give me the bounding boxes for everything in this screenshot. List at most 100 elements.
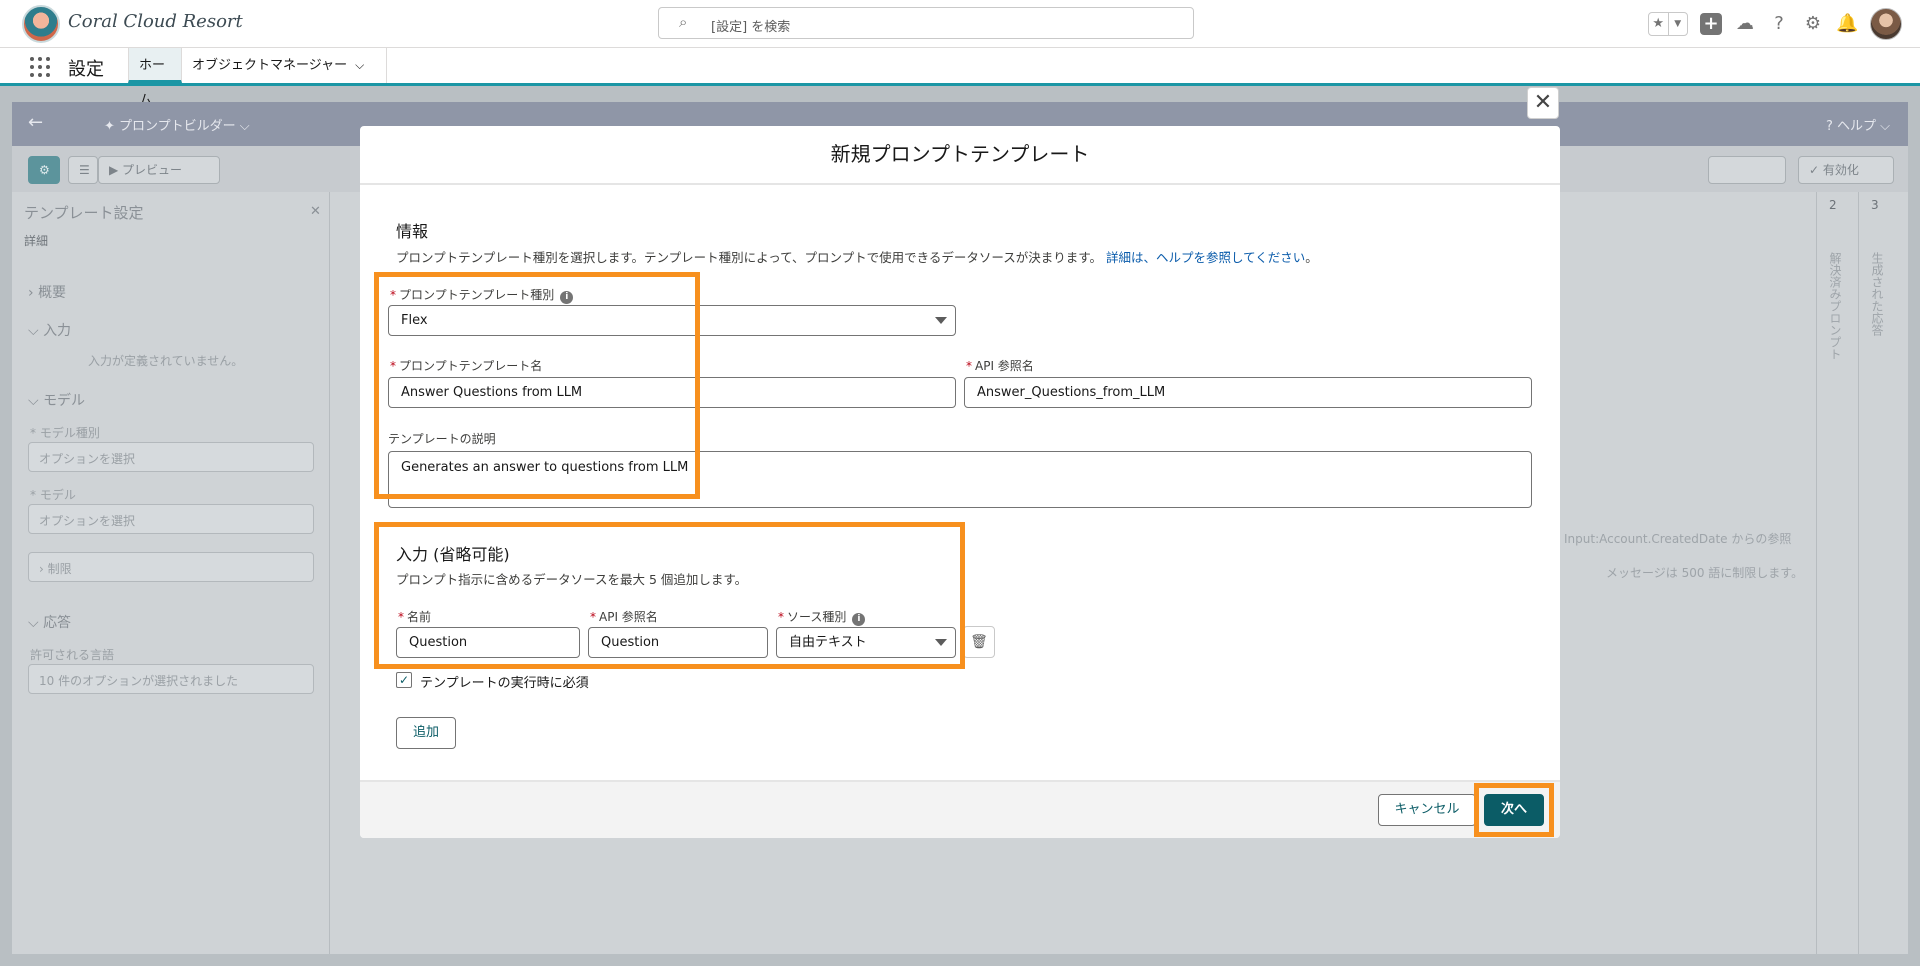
resolved-prompt-label: 解決済みプロンプト: [1828, 252, 1842, 360]
star-icon[interactable]: ★: [1649, 13, 1668, 35]
settings-gear-button: ⚙: [28, 156, 60, 184]
allowed-languages-label: 許可される言語: [30, 648, 115, 662]
generated-response-label: 生成された応答: [1870, 252, 1884, 336]
template-name-input[interactable]: Answer Questions from LLM: [388, 377, 956, 408]
help-link[interactable]: 詳細は、ヘルプを参照してください: [1106, 250, 1305, 265]
delete-input-trash-icon[interactable]: 🗑: [963, 626, 995, 658]
section-overview-label: 概要: [38, 285, 67, 301]
model-type-label-text: モデル種別: [39, 426, 100, 440]
brand-name: Coral Cloud Resort: [68, 11, 243, 32]
chevron-down-icon[interactable]: ▼: [1667, 13, 1688, 35]
banner-title: ✦ プロンプトビルダー ⌵: [104, 119, 250, 134]
header-utility-icons: ★ ▼ + ☁ ? ⚙ 🔔: [1648, 8, 1902, 40]
model-select: オプションを選択: [28, 504, 314, 534]
notifications-bell-icon[interactable]: 🔔: [1836, 13, 1858, 35]
template-name-label-text: プロンプトテンプレート名: [399, 359, 543, 373]
background-limit-text: メッセージは 500 語に制限します。: [1606, 566, 1804, 580]
section-response-label: 応答: [43, 615, 72, 631]
app-name: 設定: [68, 59, 104, 80]
panel-title: テンプレート設定: [24, 204, 144, 222]
modal-title: 新規プロンプトテンプレート: [360, 126, 1560, 185]
input-api-name-field[interactable]: Question: [588, 627, 768, 658]
save-button: [1708, 156, 1786, 184]
tab-home[interactable]: ホーム: [128, 48, 182, 108]
template-description-label: テンプレートの説明: [388, 432, 496, 446]
section-model-label: モデル: [43, 393, 86, 409]
model-type-select-text: オプションを選択: [39, 452, 136, 466]
template-name-label: * プロンプトテンプレート名: [390, 359, 543, 373]
source-type-label: * ソース種別 i: [778, 608, 866, 626]
back-arrow-icon: ←: [28, 112, 44, 133]
template-type-label: * プロンプトテンプレート種別 i: [390, 286, 574, 304]
info-icon[interactable]: i: [560, 291, 574, 304]
inputs-section-title: 入力 (省略可能): [396, 545, 510, 564]
model-type-label: * モデル種別: [30, 426, 100, 440]
help-link: ? ヘルプ ⌵: [1825, 119, 1890, 134]
info-section-title: 情報: [396, 222, 429, 241]
limits-label: › 制限: [39, 562, 72, 576]
allowed-languages-field: 10 件のオプションが選択されました: [28, 664, 314, 694]
chevron-down-icon[interactable]: ⌵: [355, 58, 364, 72]
api-name-input[interactable]: Answer_Questions_from_LLM: [964, 377, 1532, 408]
add-input-button[interactable]: 追加: [396, 717, 456, 749]
input-api-name-label: * API 参照名: [590, 610, 658, 624]
input-name-label-text: 名前: [407, 610, 432, 624]
preview-button: ▶ プレビュー: [98, 156, 220, 184]
preview-label: プレビュー: [122, 163, 183, 177]
model-select-text: オプションを選択: [39, 514, 136, 528]
template-settings-panel: テンプレート設定 ✕ 詳細 › 概要 ⌵ 入力 入力が定義されていません。 ⌵ …: [12, 192, 330, 954]
context-bar: 設定 ホーム オブジェクトマネージャー ⌵: [0, 48, 1920, 108]
source-type-value: 自由テキスト: [789, 635, 867, 650]
setup-gear-icon[interactable]: ⚙: [1802, 13, 1824, 35]
prompt-builder-icon: ✦: [104, 119, 120, 134]
template-type-select[interactable]: Flex: [388, 305, 956, 336]
info-icon[interactable]: i: [852, 613, 866, 626]
col2-number: 2: [1829, 198, 1837, 212]
favorites-button[interactable]: ★ ▼: [1648, 12, 1688, 36]
global-search-input[interactable]: ⌕ [設定] を検索: [658, 7, 1194, 39]
template-type-label-text: プロンプトテンプレート種別: [399, 288, 555, 302]
section-response: ⌵ 応答: [28, 615, 72, 631]
input-api-name-label-text: API 参照名: [599, 610, 658, 624]
tab-object-manager-label: オブジェクトマネージャー: [192, 58, 348, 73]
caret-down-icon: [935, 639, 947, 646]
api-name-label-text: API 参照名: [975, 359, 1034, 373]
input-name-field[interactable]: Question: [396, 627, 580, 658]
coral-cloud-logo[interactable]: [22, 5, 60, 43]
cancel-button[interactable]: キャンセル: [1378, 794, 1476, 826]
global-actions-plus-icon[interactable]: +: [1700, 13, 1722, 35]
user-avatar[interactable]: [1870, 8, 1902, 40]
panel-tab-details: 詳細: [24, 234, 49, 248]
template-description-textarea[interactable]: Generates an answer to questions from LL…: [388, 451, 1532, 508]
next-button[interactable]: 次へ: [1484, 794, 1544, 826]
section-overview: › 概要: [28, 285, 67, 301]
section-input: ⌵ 入力: [28, 323, 72, 339]
search-icon: ⌕: [679, 13, 688, 31]
info-section-description: プロンプトテンプレート種別を選択します。テンプレート種別によって、プロンプトで使…: [396, 250, 1318, 265]
help-text: ヘルプ: [1836, 119, 1876, 134]
model-label-text: モデル: [39, 488, 76, 502]
model-label: * モデル: [30, 488, 76, 502]
app-launcher-waffle-icon[interactable]: [30, 57, 50, 77]
source-type-select[interactable]: 自由テキスト: [776, 627, 956, 658]
section-model: ⌵ モデル: [28, 393, 86, 409]
background-reference-text: Input:Account.CreatedDate からの参照: [1564, 532, 1792, 546]
required-checkbox[interactable]: ✓: [396, 672, 412, 688]
info-description-text: プロンプトテンプレート種別を選択します。テンプレート種別によって、プロンプトで使…: [396, 250, 1103, 265]
new-prompt-template-modal: 新規プロンプトテンプレート 情報 プロンプトテンプレート種別を選択します。テンプ…: [360, 126, 1560, 838]
template-type-value: Flex: [401, 313, 428, 328]
activate-label: 有効化: [1822, 163, 1859, 177]
inputs-section-description: プロンプト指示に含めるデータソースを最大 5 個追加します。: [396, 572, 748, 587]
search-placeholder: [設定] を検索: [711, 20, 791, 35]
list-button: ☰: [68, 156, 98, 184]
limits-accordion: › 制限: [28, 552, 314, 582]
input-empty-text: 入力が定義されていません。: [88, 354, 244, 368]
api-name-label: * API 参照名: [966, 359, 1034, 373]
modal-close-icon[interactable]: ✕: [1527, 87, 1559, 119]
global-header: Coral Cloud Resort ⌕ [設定] を検索 ★ ▼ + ☁ ? …: [0, 0, 1920, 48]
help-question-icon[interactable]: ?: [1768, 13, 1790, 35]
trailhead-cloud-icon[interactable]: ☁: [1734, 13, 1756, 35]
input-name-label: * 名前: [398, 610, 432, 624]
source-type-label-text: ソース種別: [787, 610, 847, 624]
tab-object-manager[interactable]: オブジェクトマネージャー ⌵: [182, 48, 387, 83]
